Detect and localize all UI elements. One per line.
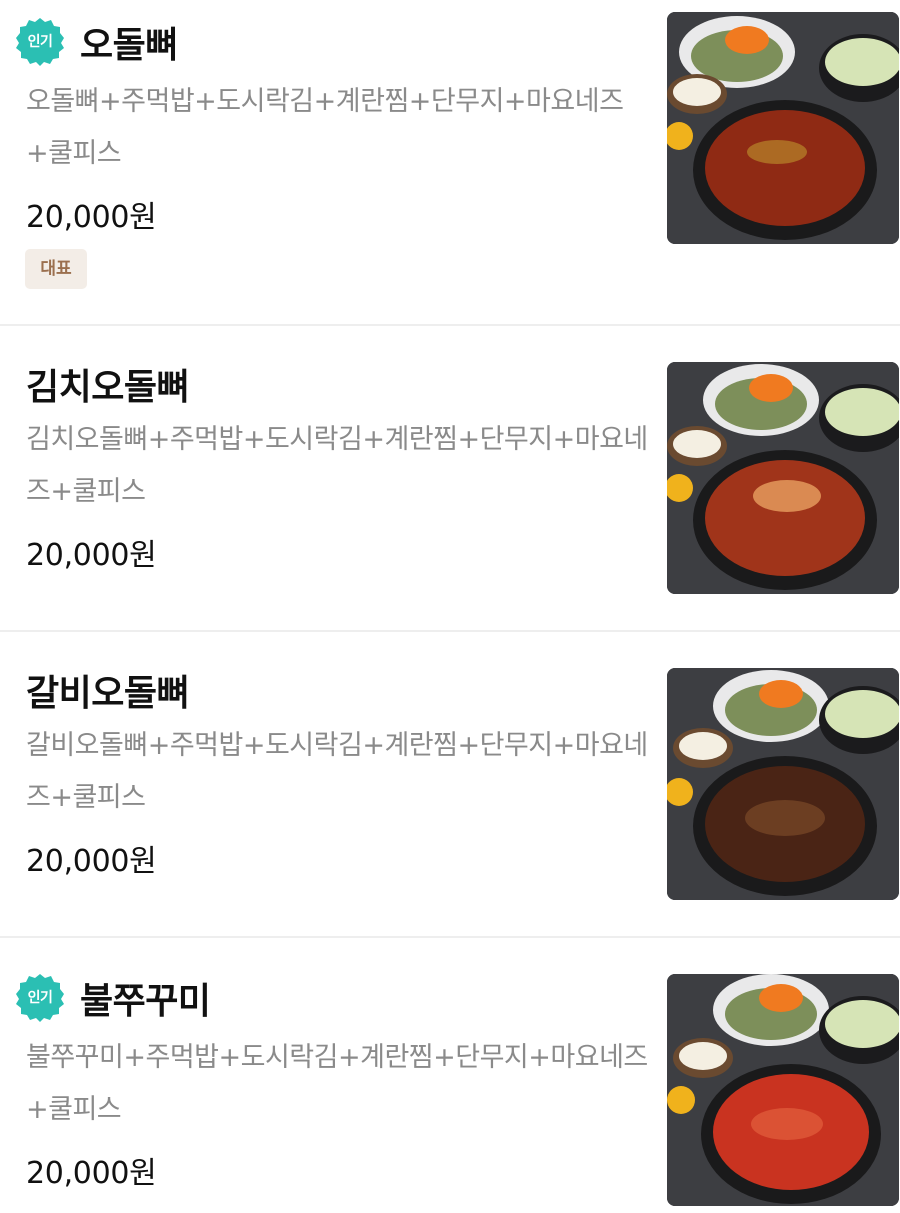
item-price: 20,000원 xyxy=(26,1156,157,1191)
representative-tag: 대표 xyxy=(25,249,87,289)
popular-badge: 인기 xyxy=(14,972,66,1024)
menu-item[interactable]: 김치오돌뼈 김치오돌뼈+주먹밥+도시락김+계란찜+단무지+마요네즈+쿨피스 20… xyxy=(0,326,900,630)
item-price: 20,000원 xyxy=(26,538,157,573)
title-row: 갈비오돌뼈 xyxy=(26,662,190,718)
item-description: 김치오돌뼈+주먹밥+도시락김+계란찜+단무지+마요네즈+쿨피스 xyxy=(26,424,648,507)
popular-badge: 인기 xyxy=(14,16,66,68)
menu-item[interactable]: 갈비오돌뼈 갈비오돌뼈+주먹밥+도시락김+계란찜+단무지+마요네즈+쿨피스 20… xyxy=(0,632,900,936)
item-name: 오돌뼈 xyxy=(80,25,178,66)
item-description: 오돌뼈+주먹밥+도시락김+계란찜+단무지+마요네즈+쿨피스 xyxy=(26,86,624,169)
item-description: 불쭈꾸미+주먹밥+도시락김+계란찜+단무지+마요네즈+쿨피스 xyxy=(26,1042,648,1125)
menu-item[interactable]: 인기 불쭈꾸미 불쭈꾸미+주먹밥+도시락김+계란찜+단무지+마요네즈+쿨피스 2… xyxy=(0,938,900,1213)
item-photo[interactable] xyxy=(667,12,899,244)
item-photo[interactable] xyxy=(667,974,899,1206)
title-row: 김치오돌뼈 xyxy=(26,356,190,412)
item-name: 김치오돌뼈 xyxy=(26,367,190,408)
item-description: 갈비오돌뼈+주먹밥+도시락김+계란찜+단무지+마요네즈+쿨피스 xyxy=(26,730,648,813)
title-row: 인기 오돌뼈 xyxy=(14,14,178,70)
item-price: 20,000원 xyxy=(26,844,157,879)
item-photo[interactable] xyxy=(667,668,899,900)
item-price: 20,000원 xyxy=(26,200,157,235)
item-name: 불쭈꾸미 xyxy=(80,981,211,1022)
item-name: 갈비오돌뼈 xyxy=(26,673,190,714)
item-photo[interactable] xyxy=(667,362,899,594)
menu-list: 인기 오돌뼈 오돌뼈+주먹밥+도시락김+계란찜+단무지+마요네즈+쿨피스 20,… xyxy=(0,0,900,1213)
title-row: 인기 불쭈꾸미 xyxy=(14,970,211,1026)
menu-item[interactable]: 인기 오돌뼈 오돌뼈+주먹밥+도시락김+계란찜+단무지+마요네즈+쿨피스 20,… xyxy=(0,0,900,325)
